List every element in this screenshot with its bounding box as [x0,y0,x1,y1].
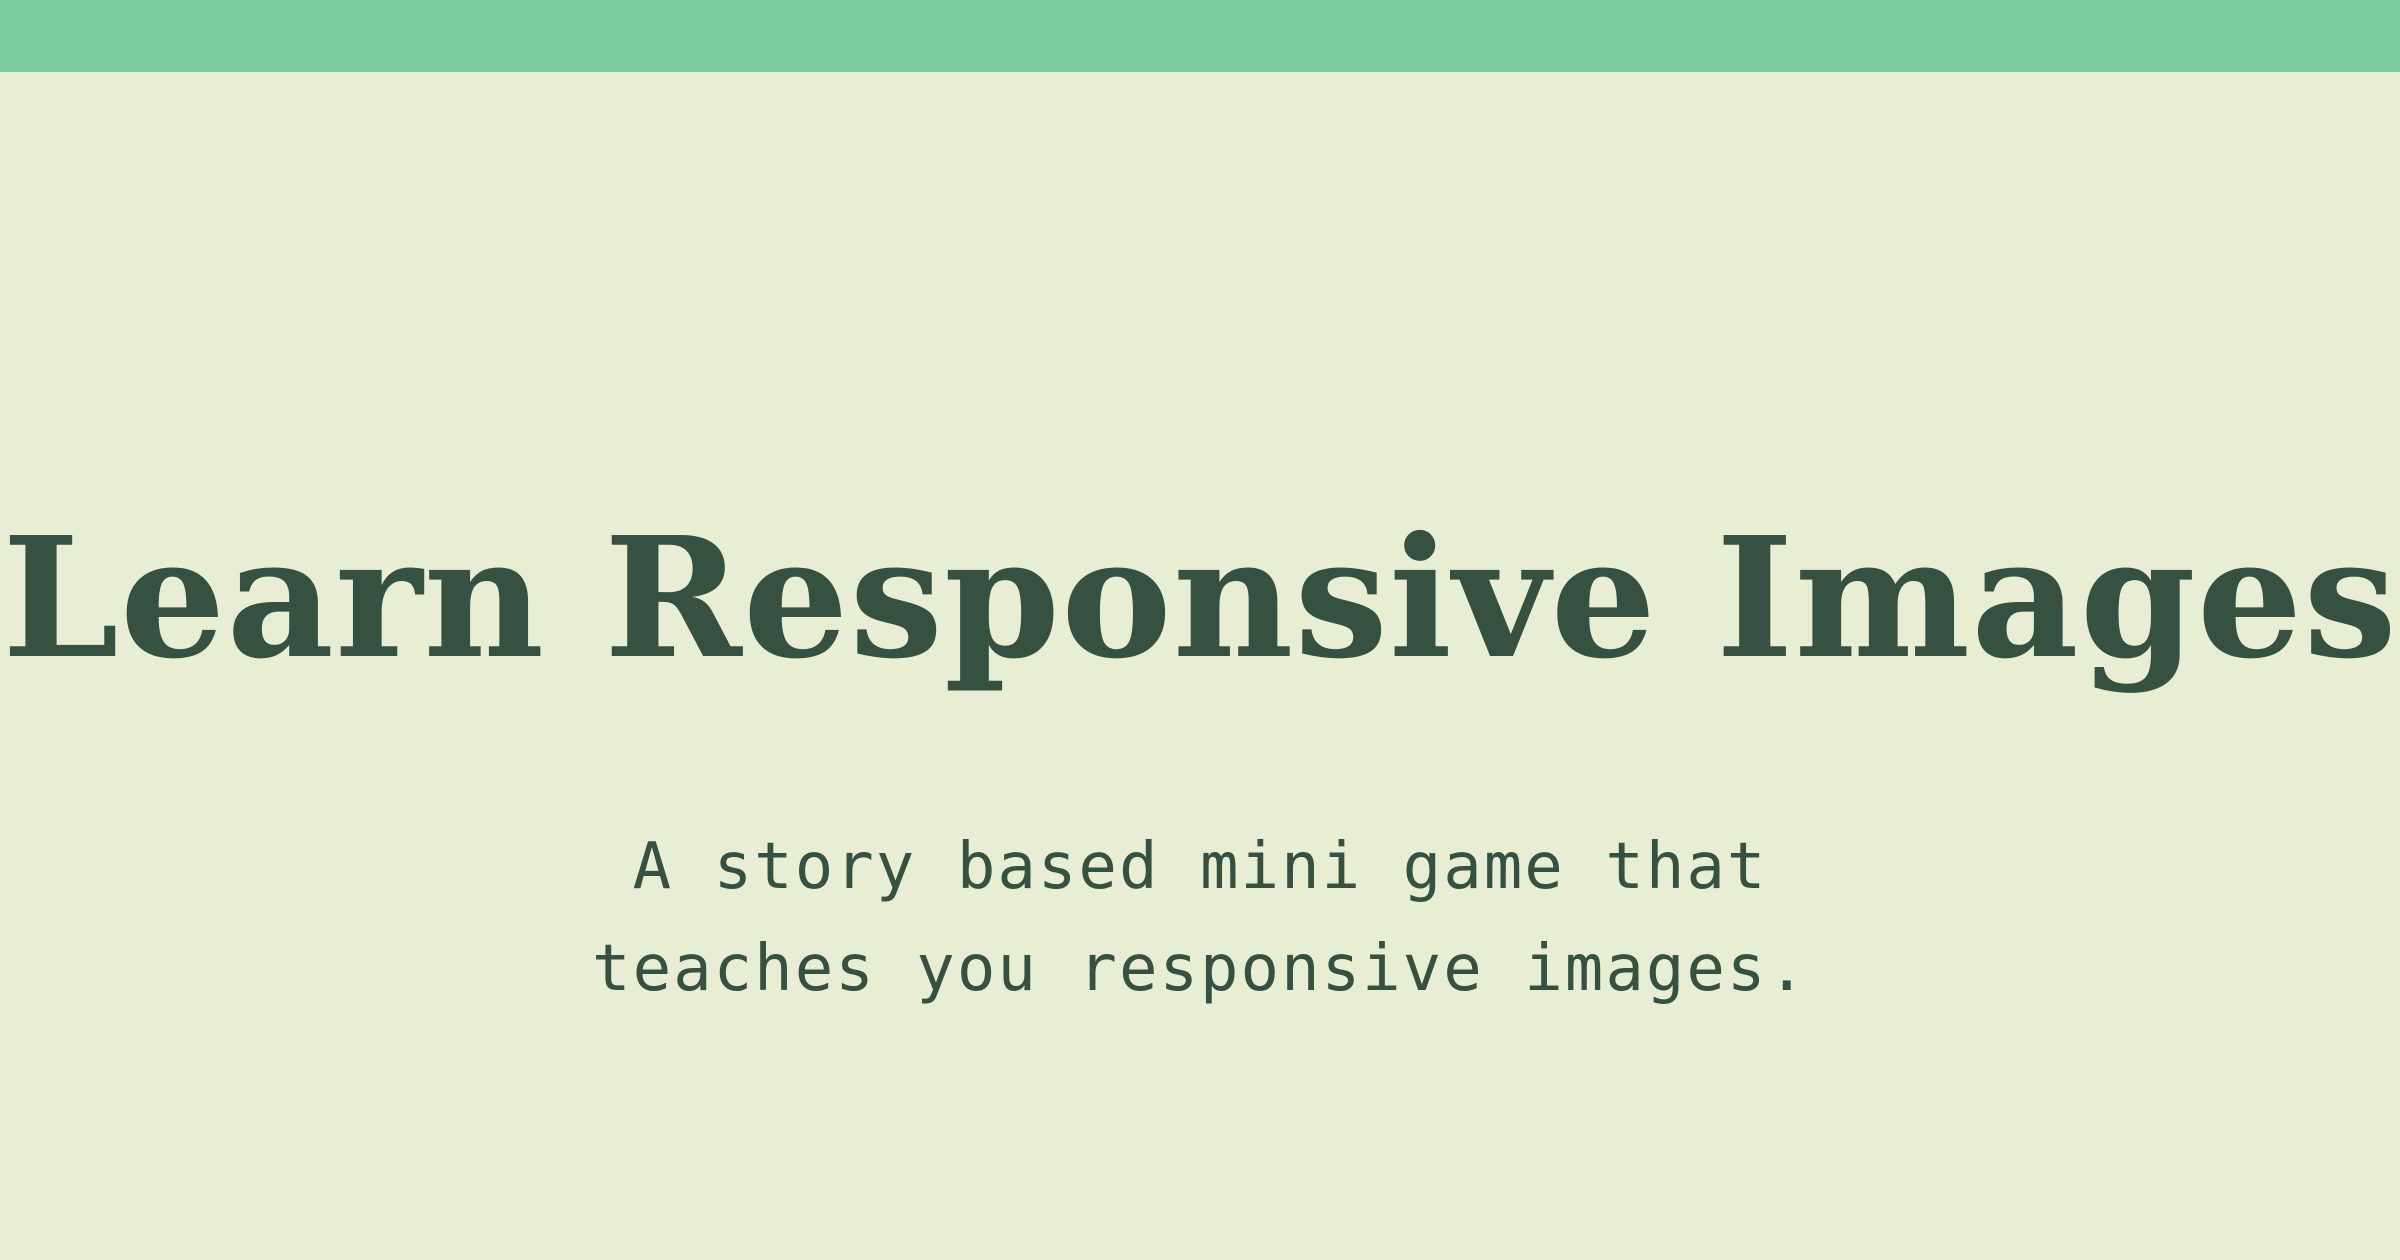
hero-section: Learn Responsive Images A story based mi… [0,72,2400,1260]
subtitle-line-2: teaches you responsive images. [592,932,1808,1006]
page-title: Learn Responsive Images [2,501,2398,696]
subtitle-line-1: A story based mini game that [632,830,1768,904]
top-accent-bar [0,0,2400,72]
page-subtitle: A story based mini game that teaches you… [0,816,2400,1020]
